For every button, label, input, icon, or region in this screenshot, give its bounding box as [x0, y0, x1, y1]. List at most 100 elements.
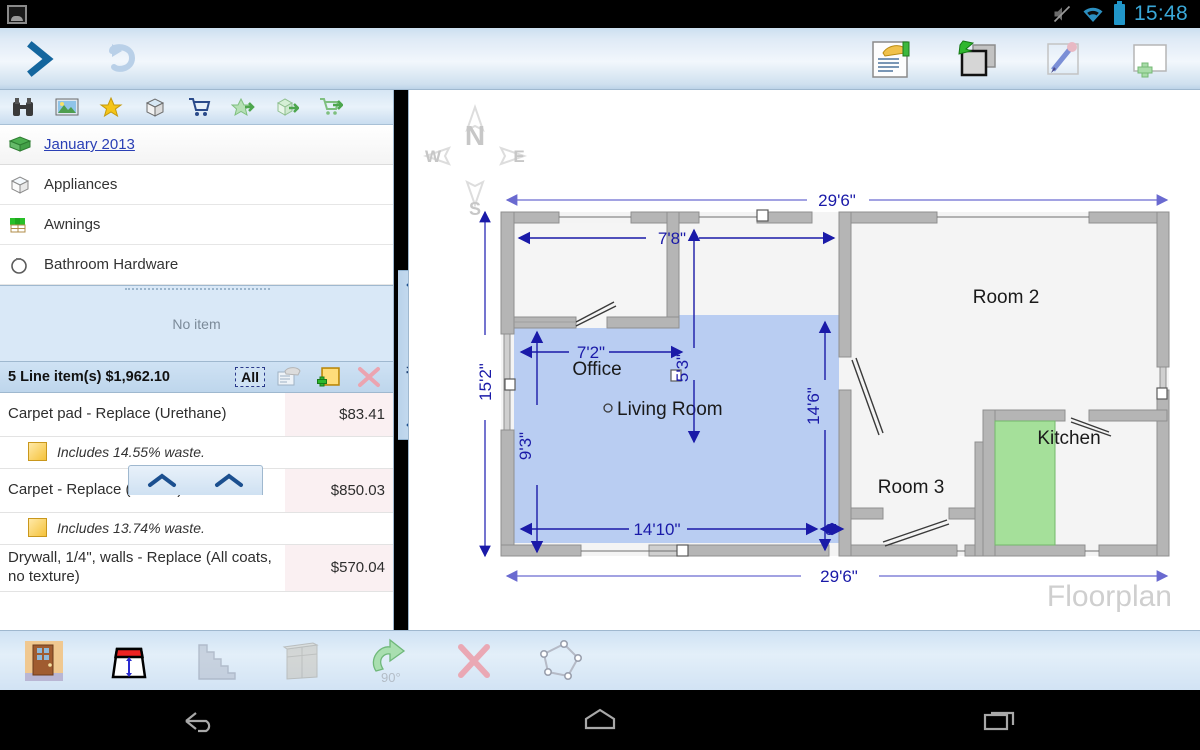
room-label-living-room: Living Room: [617, 399, 723, 420]
price-list-link[interactable]: January 2013: [44, 136, 135, 153]
left-panel: January 2013 Appliances: [0, 90, 394, 630]
lineitems-summary-bar: 5 Line item(s) $1,962.10 All: [0, 361, 393, 393]
edit-item-button[interactable]: [273, 364, 305, 390]
dim-top-overall: 29'6": [818, 191, 856, 210]
awning-icon: [8, 214, 32, 236]
svg-text:90°: 90°: [381, 670, 401, 685]
lineitem-name: Drywall, 1/4", walls - Replace (All coat…: [0, 545, 285, 591]
rotate-90-icon: 90°: [362, 637, 414, 685]
status-system-icons: 15:48: [1052, 2, 1200, 26]
canvas-watermark: Floorplan: [1047, 580, 1172, 614]
sidebar-item-appliances[interactable]: Appliances: [0, 165, 393, 205]
price-list-row[interactable]: January 2013: [0, 125, 393, 165]
polygon-icon: [534, 638, 586, 684]
undo-icon[interactable]: [102, 41, 144, 77]
close-x-icon: [451, 639, 497, 683]
stairs-tool[interactable]: [190, 637, 242, 685]
star-icon[interactable]: [98, 95, 124, 119]
svg-text:7'8": 7'8": [658, 229, 686, 248]
chevron-up-icon: [145, 472, 179, 490]
lineitem-note-text: Includes 13.74% waste.: [57, 520, 205, 536]
svg-text:14'10": 14'10": [633, 520, 680, 539]
svg-text:N: N: [465, 120, 485, 151]
lineitem-price: $850.03: [285, 469, 393, 512]
rotate-tool[interactable]: 90°: [362, 637, 414, 685]
lineitem-name: Carpet pad - Replace (Urethane): [0, 401, 285, 428]
all-filter-button[interactable]: All: [235, 367, 265, 387]
binoculars-icon[interactable]: [10, 95, 36, 119]
svg-text:5'3": 5'3": [673, 354, 692, 382]
svg-text:7'2": 7'2": [577, 343, 605, 362]
draw-button[interactable]: [1036, 34, 1092, 84]
forward-chevron-icon[interactable]: [24, 40, 58, 78]
close-x-icon: [355, 365, 383, 389]
door-icon: [21, 639, 67, 683]
toolbar-actions: [864, 34, 1200, 84]
svg-text:W: W: [425, 147, 442, 166]
delete-item-button[interactable]: [353, 364, 385, 390]
mute-icon: [1052, 4, 1072, 24]
svg-text:14'6": 14'6": [804, 387, 823, 425]
cart-icon[interactable]: [186, 95, 212, 119]
app-root: 15:48: [0, 0, 1200, 750]
sidebar-icon-row: [0, 90, 393, 125]
add-item-button[interactable]: [313, 364, 345, 390]
nav-home-button[interactable]: [560, 698, 640, 742]
no-item-text: No item: [172, 316, 220, 332]
lineitem-note-text: Includes 14.55% waste.: [57, 444, 205, 460]
status-clock: 15:48: [1134, 2, 1188, 26]
add-room-button[interactable]: [1122, 34, 1178, 84]
window-tool[interactable]: [104, 637, 156, 685]
nav-recents-button[interactable]: [960, 698, 1040, 742]
image-icon[interactable]: [54, 95, 80, 119]
chevron-up-icon: [212, 472, 246, 490]
pen-icon: [1041, 37, 1087, 81]
room-label-office: Office: [572, 359, 621, 380]
svg-text:S: S: [469, 199, 481, 219]
lineitem-price: $83.41: [285, 393, 393, 436]
cabinet-tool[interactable]: [276, 637, 328, 685]
book-icon: [8, 134, 32, 156]
battery-icon: [1114, 4, 1125, 25]
box-icon[interactable]: [142, 95, 168, 119]
sidebar-item-awnings[interactable]: Awnings: [0, 205, 393, 245]
ring-icon: [8, 254, 32, 276]
floorplan-drawing: N S E W: [409, 90, 1200, 630]
svg-text:9'3": 9'3": [516, 432, 535, 460]
stairs-icon: [193, 639, 239, 683]
document-hand-icon: [869, 37, 915, 81]
cart-arrow-icon[interactable]: [318, 95, 344, 119]
dim-left-overall: 15'2": [476, 363, 495, 401]
back-icon: [180, 705, 220, 735]
svg-text:8': 8': [825, 522, 837, 539]
wifi-icon: [1081, 4, 1105, 24]
floorplan-canvas[interactable]: N S E W: [408, 90, 1200, 630]
polygon-tool[interactable]: [534, 637, 586, 685]
room-label-room3: Room 3: [878, 477, 945, 498]
table-row[interactable]: Carpet pad - Replace (Urethane) $83.41: [0, 393, 393, 437]
rooms-button[interactable]: [950, 34, 1006, 84]
notes-button[interactable]: [864, 34, 920, 84]
window-icon: [107, 639, 153, 683]
add-rectangle-icon: [1126, 37, 1174, 81]
door-tool[interactable]: [18, 637, 70, 685]
delete-tool[interactable]: [448, 637, 500, 685]
sidebar-item-bathroom-hardware[interactable]: Bathroom Hardware: [0, 245, 393, 285]
star-arrow-icon[interactable]: [230, 95, 256, 119]
lineitems-summary: 5 Line item(s) $1,962.10: [8, 369, 170, 385]
table-row[interactable]: Drywall, 1/4", walls - Replace (All coat…: [0, 545, 393, 592]
lineitem-note: Includes 13.74% waste.: [0, 513, 393, 545]
svg-text:E: E: [513, 147, 524, 166]
drawer-dashes: [125, 288, 270, 290]
box-arrow-icon[interactable]: [274, 95, 300, 119]
cabinet-icon: [279, 639, 325, 683]
compass-rose: N S E W: [425, 107, 525, 219]
nav-back-button[interactable]: [160, 698, 240, 742]
android-status-bar: 15:48: [0, 0, 1200, 28]
note-edit-icon: [276, 366, 302, 388]
expand-drawer-handle[interactable]: [128, 465, 263, 495]
sidebar-item-label: Awnings: [44, 216, 100, 233]
room-label-room2: Room 2: [973, 287, 1040, 308]
note-square-icon: [28, 442, 47, 461]
sidebar-item-label: Appliances: [44, 176, 117, 193]
